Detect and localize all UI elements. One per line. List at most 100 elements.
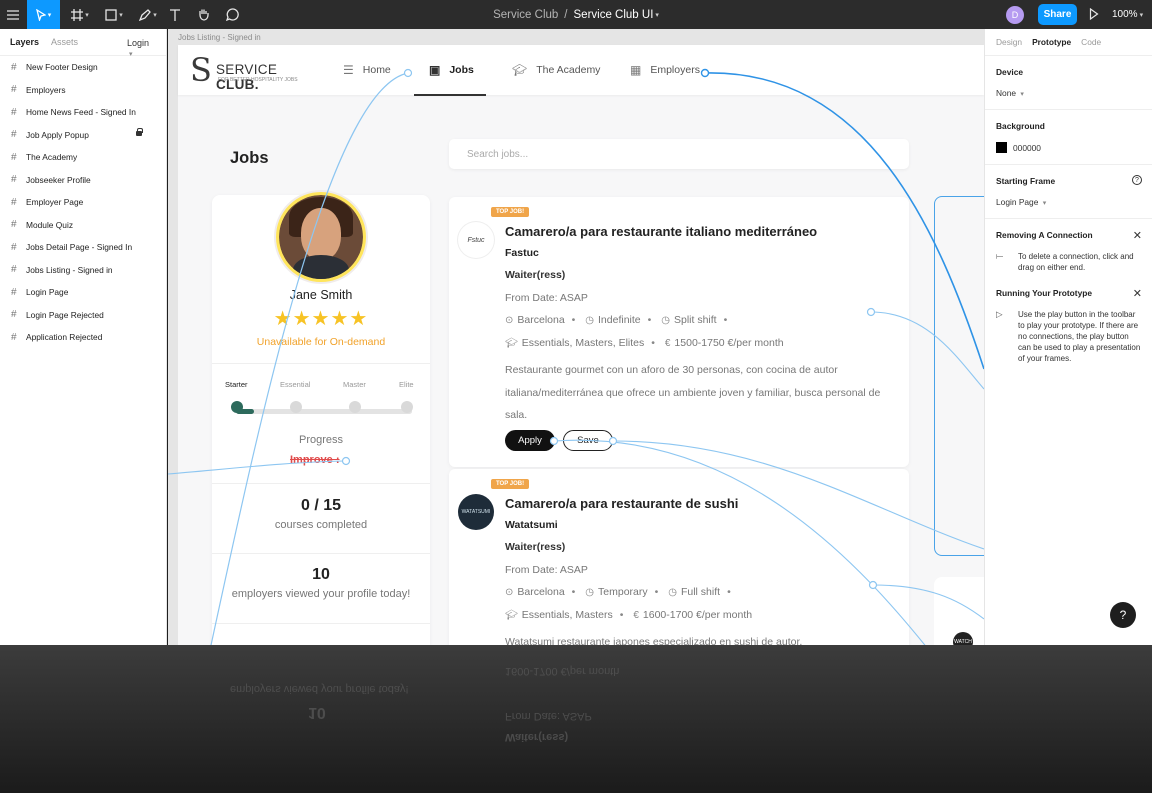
tab-design[interactable]: Design — [996, 37, 1022, 47]
job-salary: 1600-1700 €/per month — [642, 609, 753, 621]
job-role: Waiter(ress) — [505, 269, 566, 281]
layer-item[interactable]: # Module Quiz — [0, 214, 166, 237]
briefcase-icon: ▣ — [429, 63, 441, 77]
nav-jobs[interactable]: ▣ Jobs — [429, 45, 474, 95]
top-job-badge: TOP JOB! — [491, 479, 530, 489]
cursor-icon — [35, 8, 46, 21]
job-title[interactable]: Camarero/a para restaurante de sushi — [505, 496, 738, 511]
jobs-listing-frame[interactable]: S SERVICE CLUB. FOR BETTER HOSPITALITY J… — [178, 45, 984, 645]
level-starter: Starter — [225, 380, 248, 389]
frame-label[interactable]: Jobs Listing - Signed in — [178, 33, 261, 42]
top-job-badge: TOP JOB! — [491, 207, 530, 217]
frame-icon: # — [11, 331, 17, 343]
job-company[interactable]: Watatsumi — [505, 519, 558, 531]
euro-icon: € — [633, 610, 639, 621]
layer-item[interactable]: # The Academy — [0, 146, 166, 169]
background-heading: Background — [996, 121, 1045, 131]
reflection-text: employers viewed your profile today! — [230, 683, 409, 695]
site-navbar: S SERVICE CLUB. FOR BETTER HOSPITALITY J… — [178, 45, 984, 96]
page-selector[interactable]: Login ▾ — [127, 38, 161, 58]
main-menu-icon[interactable] — [4, 0, 22, 29]
location-pin-icon: ⊙ — [505, 587, 514, 598]
layer-item[interactable]: # Application Rejected — [0, 326, 166, 349]
close-icon[interactable]: ✕ — [1133, 287, 1142, 300]
device-dropdown[interactable]: None ▾ — [996, 88, 1141, 98]
job-company[interactable]: Fastuc — [505, 247, 539, 259]
background-color-field[interactable]: 000000 — [996, 142, 1141, 153]
graduation-cap-icon: 🎓︎ — [505, 338, 518, 349]
layer-item[interactable]: # Jobs Listing - Signed in — [0, 259, 166, 282]
play-icon[interactable] — [1089, 8, 1099, 20]
comment-tool-button[interactable] — [223, 0, 241, 29]
company-logo[interactable]: Fstuc — [458, 222, 494, 258]
file-breadcrumb[interactable]: Service Club / Service Club UI ▾ — [460, 0, 692, 29]
running-text: Use the play button in the toolbar to pl… — [1018, 310, 1141, 363]
tab-prototype[interactable]: Prototype — [1032, 37, 1071, 47]
nav-home[interactable]: ☰ Home — [343, 45, 391, 95]
chevron-down-icon[interactable]: ▾ — [655, 11, 659, 19]
layer-label: Module Quiz — [26, 219, 74, 230]
courses-count: 0 / 15 — [300, 497, 342, 514]
layer-item[interactable]: # Employer Page — [0, 191, 166, 214]
device-heading: Device — [996, 67, 1024, 77]
pen-tool-button[interactable]: ▾ — [134, 0, 162, 29]
layer-item[interactable]: # Login Page Rejected — [0, 304, 166, 327]
service-club-logo[interactable]: S SERVICE CLUB. FOR BETTER HOSPITALITY J… — [190, 54, 310, 92]
avatar[interactable] — [274, 190, 368, 284]
layer-item[interactable]: # Employers — [0, 79, 166, 102]
text-tool-button[interactable] — [167, 0, 183, 29]
profile-name: Jane Smith — [289, 288, 353, 302]
search-input[interactable]: Search jobs... — [449, 139, 909, 169]
frame-tool-button[interactable]: ▾ — [66, 0, 94, 29]
layer-item[interactable]: # Job Apply Popup — [0, 124, 166, 147]
frame-icon: # — [11, 286, 17, 298]
background-hex[interactable]: 000000 — [1013, 143, 1041, 153]
page-title: Jobs — [230, 149, 269, 167]
improve-link[interactable]: Improve : — [290, 454, 340, 466]
job-meta: ⊙ Barcelona • ◷ Temporary • ◷ Full shift • — [505, 586, 731, 598]
shape-tool-button[interactable]: ▾ — [100, 0, 128, 29]
job-card[interactable]: TOP JOB! WATATSUMI Camarero/a para resta… — [449, 469, 909, 645]
company-logo[interactable]: WATATSUMI — [458, 494, 494, 530]
job-levels: Essentials, Masters — [521, 609, 613, 621]
tab-layers[interactable]: Layers — [10, 37, 39, 47]
tab-code[interactable]: Code — [1081, 37, 1101, 47]
tab-assets[interactable]: Assets — [51, 37, 78, 47]
lock-icon[interactable] — [136, 127, 143, 136]
info-icon[interactable]: ? — [1132, 175, 1142, 185]
job-card[interactable]: TOP JOB! Fstuc Camarero/a para restauran… — [449, 197, 909, 467]
watch-logo[interactable]: WATCH — [953, 632, 973, 645]
adjacent-frame-selected[interactable] — [934, 196, 984, 556]
frame-icon: # — [11, 309, 17, 321]
share-button[interactable]: Share — [1038, 4, 1077, 25]
clock-icon: ◷ — [585, 315, 595, 326]
layer-item[interactable]: # Home News Feed - Signed In — [0, 101, 166, 124]
clock-icon: ◷ — [661, 315, 670, 326]
starting-frame-dropdown[interactable]: Login Page ▾ — [996, 197, 1141, 207]
close-icon[interactable]: ✕ — [1133, 229, 1142, 242]
hand-tool-button[interactable] — [194, 0, 212, 29]
layer-item[interactable]: # Jobs Detail Page - Signed In — [0, 236, 166, 259]
save-button[interactable]: Save — [563, 430, 613, 451]
job-city: Barcelona — [517, 314, 565, 326]
layer-item[interactable]: # New Footer Design — [0, 56, 166, 79]
layer-item[interactable]: # Login Page — [0, 281, 166, 304]
layer-label: The Academy — [26, 152, 78, 163]
layer-item[interactable]: # Jobseeker Profile — [0, 169, 166, 192]
design-canvas[interactable]: Jobs Listing - Signed in S SERVICE CLUB.… — [168, 29, 984, 645]
help-button[interactable]: ? — [1110, 602, 1136, 628]
nav-academy[interactable]: 🎓︎ The Academy — [512, 45, 600, 95]
nav-employers-label: Employers — [650, 64, 700, 76]
zoom-dropdown[interactable]: 100% ▾ — [1112, 0, 1143, 29]
nav-employers[interactable]: ▦ Employers — [630, 45, 700, 95]
color-swatch[interactable] — [996, 142, 1007, 153]
move-tool-button[interactable]: ▾ — [27, 0, 60, 29]
availability-status[interactable]: Unavailable for On-demand — [212, 336, 430, 348]
project-name[interactable]: Service Club — [493, 9, 558, 21]
apply-button[interactable]: Apply — [505, 430, 555, 451]
user-avatar[interactable]: D — [1006, 6, 1024, 24]
file-name[interactable]: Service Club UI — [574, 9, 654, 21]
job-title[interactable]: Camarero/a para restaurante italiano med… — [505, 224, 817, 239]
job-city: Barcelona — [517, 586, 565, 598]
progress-step-dot — [349, 401, 361, 413]
